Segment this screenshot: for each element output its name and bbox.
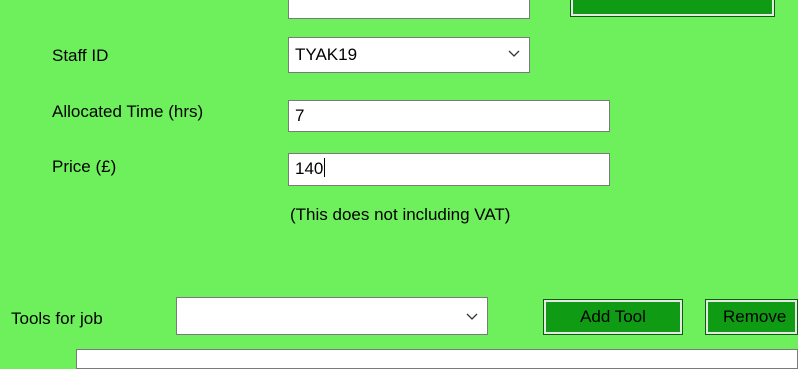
text-cursor (324, 158, 326, 177)
add-tool-button[interactable]: Add Tool (543, 299, 683, 335)
tools-label: Tools for job (11, 309, 103, 328)
chevron-down-icon (466, 313, 478, 320)
staff-id-label: Staff ID (52, 46, 109, 65)
allocated-time-input[interactable]: 7 (288, 100, 610, 132)
top-textbox-partial[interactable] (288, 0, 530, 19)
staff-id-select[interactable]: TYAK19 (288, 37, 530, 73)
allocated-time-label: Allocated Time (hrs) (52, 102, 204, 121)
chevron-down-icon (508, 50, 520, 57)
price-input[interactable]: 140 (288, 153, 610, 186)
allocated-time-value: 7 (295, 106, 305, 125)
price-label: Price (£) (52, 157, 117, 176)
remove-tool-button[interactable]: Remove (705, 299, 798, 335)
top-button-partial[interactable] (570, 0, 775, 17)
tools-listbox-partial[interactable] (76, 349, 798, 369)
price-value: 140 (295, 159, 324, 178)
staff-id-value: TYAK19 (295, 45, 358, 64)
tools-select[interactable] (176, 297, 488, 335)
price-vat-note: (This does not including VAT) (290, 205, 511, 224)
